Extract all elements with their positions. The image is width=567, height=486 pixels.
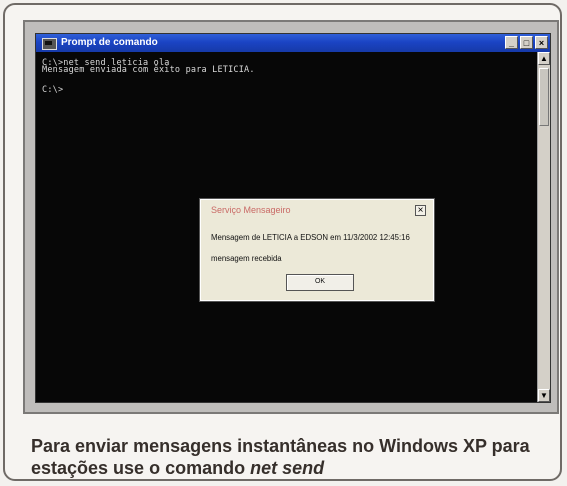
dialog-title[interactable]: Serviço Mensageiro [201,200,433,220]
console-line: Mensagem enviada com êxito para LETICIA. [42,65,255,75]
dialog-close-button[interactable]: × [415,205,426,216]
scroll-thumb[interactable] [539,68,549,126]
maximize-button[interactable]: □ [520,36,533,49]
window-controls: _ □ × [505,36,548,49]
minimize-button[interactable]: _ [505,36,518,49]
console-icon [42,38,57,50]
messenger-dialog: Serviço Mensageiro × Mensagem de LETICIA… [200,199,434,301]
console-prompt: C:\> [42,85,64,95]
caption-command: net send [250,458,325,478]
vertical-scrollbar[interactable]: ▲ ▼ [537,52,550,402]
dialog-message: Mensagem de LETICIA a EDSON em 11/3/2002… [211,233,410,242]
ok-button[interactable]: OK [286,274,354,291]
dialog-status: mensagem recebida [211,254,282,263]
command-prompt-window: Prompt de comando _ □ × C:\>net send let… [35,33,551,403]
scroll-up-button[interactable]: ▲ [538,52,550,65]
caption-text: Para enviar mensagens instantâneas no Wi… [31,435,541,479]
caption-frame: Prompt de comando _ □ × C:\>net send let… [3,3,562,481]
close-button[interactable]: × [535,36,548,49]
window-titlebar[interactable]: Prompt de comando _ □ × [36,34,550,52]
scroll-down-button[interactable]: ▼ [538,389,550,402]
window-title: Prompt de comando [61,37,158,48]
